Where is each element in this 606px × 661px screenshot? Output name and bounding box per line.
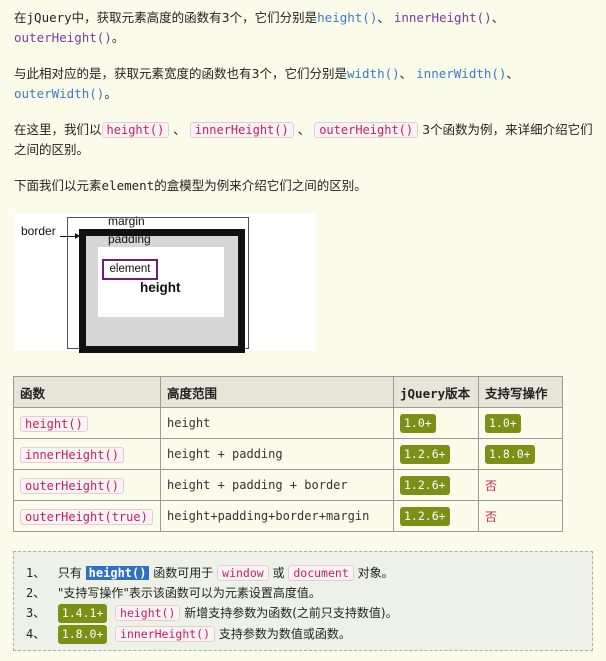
cell-function: innerHeight(): [13, 438, 161, 470]
text: "支持写操作"表示该函数可以为元素设置高度值。: [57, 586, 321, 600]
note-4: 4、 1.8.0+ innerHeight() 支持参数为数值或函数。: [26, 624, 351, 644]
code-innerheight: innerHeight(): [20, 446, 124, 463]
cell-range: height+padding+border+margin: [160, 500, 394, 532]
highlighted-height[interactable]: height(): [85, 566, 150, 580]
cell-writable: 1.8.0+: [478, 438, 563, 470]
version-badge: 1.8.0+: [485, 444, 535, 464]
version-badge: 1.2.6+: [400, 444, 450, 464]
cell-version: 1.0+: [393, 407, 479, 439]
separator: 、: [399, 66, 417, 81]
version-badge: 1.2.6+: [400, 506, 450, 526]
text: 只有: [57, 566, 82, 580]
cell-function: outerHeight(): [13, 469, 161, 501]
page: 在jQuery中，获取元素高度的函数有3个，它们分别是height()、 inn…: [0, 0, 606, 661]
not-supported-text: 否: [485, 509, 498, 524]
code-height: height(): [115, 605, 181, 621]
cell-range: height + padding + border: [160, 469, 394, 501]
code-window: window: [217, 565, 269, 581]
intro-paragraph-1: 在jQuery中，获取元素高度的函数有3个，它们分别是height()、 inn…: [14, 8, 600, 48]
table-row: outerHeight() height + padding + border …: [13, 469, 563, 501]
cell-version: 1.2.6+: [393, 469, 479, 501]
jquery-text: jQuery: [26, 10, 72, 25]
box-model-diagram: border margin padding element height: [14, 213, 316, 353]
header-function: 函数: [13, 376, 161, 408]
height-functions-table: 函数 高度范围 jQuery版本 支持写操作 height() height 1…: [13, 376, 563, 532]
note-3: 3、 1.4.1+ height() 新增支持参数为函数(之前只支持数值)。: [26, 603, 398, 623]
text: 函数可用于: [153, 566, 214, 580]
intro-paragraph-3: 在这里，我们以 height() 、 innerHeight() 、 outerH…: [14, 120, 600, 160]
outerheight-function: outerHeight(): [14, 30, 112, 45]
text: 的盒模型为例来介绍它们之间的区别。: [154, 178, 367, 193]
table-header-row: 函数 高度范围 jQuery版本 支持写操作: [13, 376, 563, 408]
code-innerheight: innerHeight(): [115, 626, 216, 642]
version-badge: 1.0+: [400, 413, 436, 433]
cell-range: height: [160, 407, 394, 439]
border-label: border: [21, 224, 56, 238]
text: 支持参数为数值或函数。: [218, 627, 351, 641]
innerheight-function: innerHeight(): [393, 10, 492, 25]
cell-version: 1.2.6+: [393, 438, 479, 470]
cell-range: height + padding: [160, 438, 394, 470]
outerwidth-function: outerWidth(): [14, 86, 105, 101]
text: 在这里，我们以: [14, 122, 102, 137]
table-row: innerHeight() height + padding 1.2.6+ 1.…: [13, 438, 563, 470]
intro-paragraph-4: 下面我们以元素element的盒模型为例来介绍它们之间的区别。: [14, 176, 600, 196]
header-range: 高度范围: [160, 376, 394, 408]
separator: 、: [377, 10, 394, 25]
cell-function: height(): [13, 407, 161, 439]
cell-version: 1.2.6+: [393, 500, 479, 532]
separator: 、: [491, 10, 505, 25]
element-text: element: [101, 178, 155, 193]
note-2: 2、 "支持写操作"表示该函数可以为元素设置高度值。: [26, 583, 321, 603]
note-number: 4、: [26, 627, 46, 641]
code-outerheight: outerHeight(): [314, 122, 419, 138]
height-label: height: [140, 280, 181, 295]
version-badge: 1.8.0+: [57, 625, 108, 644]
element-label: element: [102, 259, 158, 280]
arrow-icon: [60, 233, 80, 239]
not-supported-text: 否: [485, 478, 498, 493]
code-document: document: [288, 565, 354, 581]
text: 新增支持参数为函数(之前只支持数值)。: [184, 606, 398, 620]
note-number: 3、: [26, 606, 46, 620]
version-badge: 1.2.6+: [400, 475, 450, 495]
version-badge: 1.0+: [485, 413, 521, 433]
margin-label: margin: [108, 214, 145, 228]
cell-writable: 否: [478, 469, 563, 501]
cell-writable: 1.0+: [478, 407, 563, 439]
separator: 、: [297, 122, 311, 137]
code-outerheight-true: outerHeight(true): [20, 508, 153, 525]
note-number: 2、: [26, 586, 46, 600]
width-function: width(): [346, 66, 400, 81]
text: 在: [14, 10, 27, 25]
intro-paragraph-2: 与此相对应的是，获取元素宽度的函数也有3个，它们分别是width()、 inne…: [14, 64, 600, 104]
header-writable: 支持写操作: [478, 376, 563, 408]
text: 下面我们以元素: [14, 178, 102, 193]
text: 中，获取元素高度的函数有3个，它们分别是: [71, 10, 318, 25]
table-row: height() height 1.0+ 1.0+: [13, 407, 563, 439]
note-number: 1、: [26, 566, 46, 580]
code-outerheight: outerHeight(): [20, 477, 124, 494]
table-row: outerHeight(true) height+padding+border+…: [13, 500, 563, 532]
text: 或: [272, 566, 285, 580]
text: 对象。: [357, 566, 394, 580]
code-height: height(): [101, 122, 170, 138]
period: 。: [104, 86, 117, 101]
cell-function: outerHeight(true): [13, 500, 161, 532]
padding-label: padding: [108, 232, 151, 246]
header-version: jQuery版本: [393, 376, 479, 408]
innerwidth-function: innerWidth(): [416, 66, 507, 81]
text: 与此相对应的是，获取元素宽度的函数也有3个，它们分别是: [14, 66, 347, 81]
height-function: height(): [317, 10, 378, 25]
separator: 、: [173, 122, 186, 137]
code-innerheight: innerHeight(): [189, 122, 294, 138]
code-height: height(): [20, 415, 88, 432]
separator: 、: [506, 66, 519, 81]
note-1: 1、 只有 height() 函数可用于 window 或 document 对…: [26, 563, 394, 583]
notes-box: 1、 只有 height() 函数可用于 window 或 document 对…: [13, 551, 593, 651]
period: 。: [111, 30, 125, 45]
cell-writable: 否: [478, 500, 563, 532]
version-badge: 1.4.1+: [57, 604, 108, 623]
